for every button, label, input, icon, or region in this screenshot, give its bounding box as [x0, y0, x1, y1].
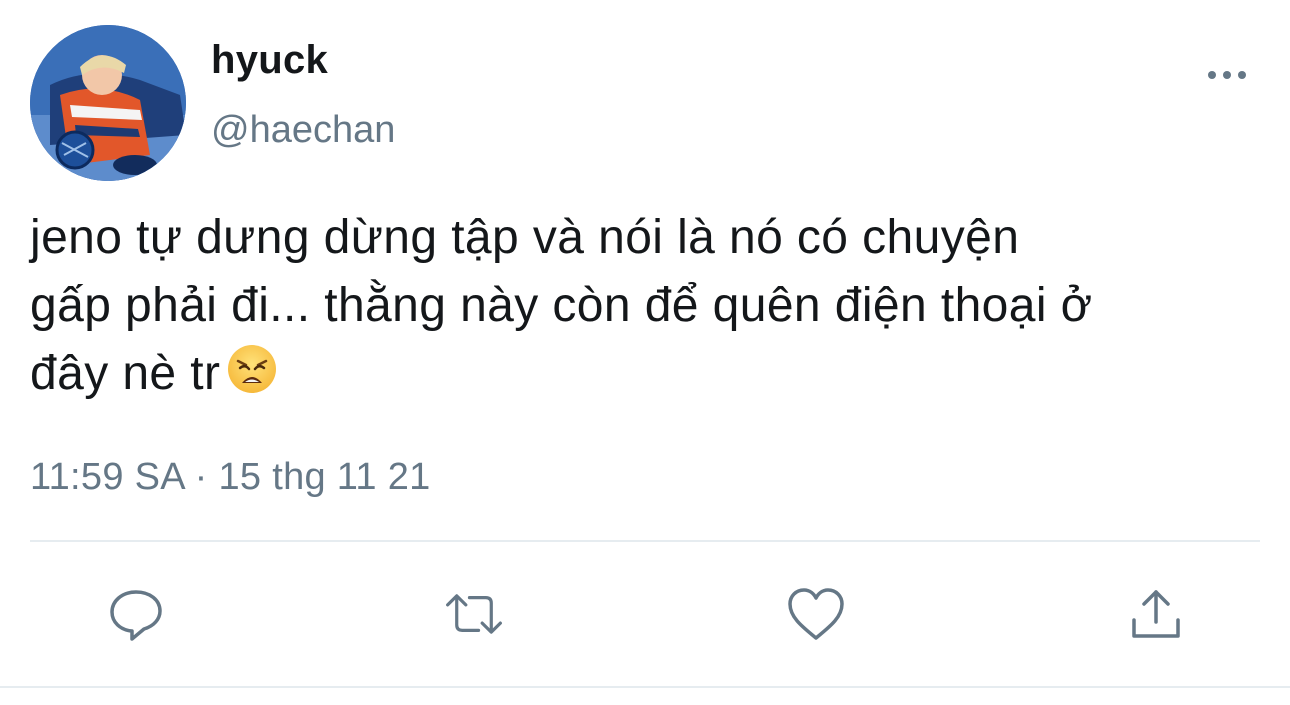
like-button[interactable]: [786, 584, 846, 644]
retweet-icon: [446, 594, 502, 634]
speech-bubble-icon: [110, 590, 162, 641]
tweet-text-line: jeno tự dưng dừng tập và nói là nó có ch…: [30, 211, 1020, 264]
heart-icon: [788, 588, 844, 640]
tweet-card: hyuck @haechan jeno tự dưng dừng tập và …: [0, 0, 1290, 705]
retweet-button[interactable]: [444, 584, 504, 644]
more-options-button[interactable]: [1205, 60, 1249, 90]
share-icon: [1132, 590, 1180, 638]
author-handle[interactable]: @haechan: [211, 109, 395, 152]
reply-button[interactable]: [106, 584, 166, 644]
weary-face-icon: [226, 343, 278, 414]
avatar-image: [30, 25, 186, 181]
tweet-text-line: gấp phải đi... thằng này còn để quên điệ…: [30, 279, 1093, 332]
tweet-timestamp[interactable]: 11:59 SA · 15 thg 11 21: [30, 456, 431, 499]
tweet-text-line: đây nè tr: [30, 347, 221, 400]
tweet-text-line-last: đây nè tr: [30, 340, 1280, 414]
tweet-text: jeno tự dưng dừng tập và nói là nó có ch…: [30, 204, 1280, 414]
more-dots-icon: [1208, 71, 1246, 79]
avatar[interactable]: [30, 25, 186, 181]
author-display-name[interactable]: hyuck: [211, 38, 328, 83]
share-button[interactable]: [1126, 584, 1186, 644]
bottom-divider: [0, 686, 1290, 688]
divider: [30, 540, 1260, 542]
